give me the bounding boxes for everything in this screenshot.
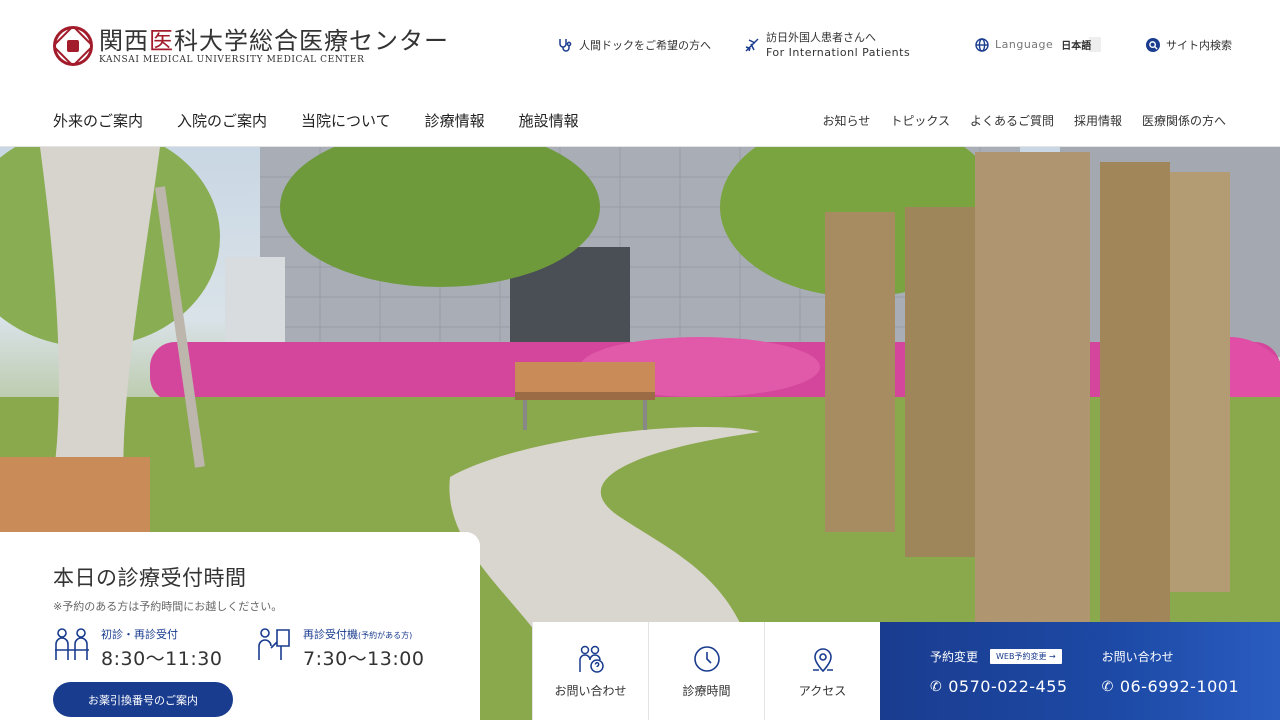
hours-note: ※予約のある方は予約時間にお越しください。 xyxy=(53,600,283,613)
map-pin-icon xyxy=(808,644,838,674)
snav-news[interactable]: お知らせ xyxy=(823,112,871,129)
web-appointment-change-button[interactable]: WEB予約変更 → xyxy=(990,649,1062,664)
quick-access[interactable]: アクセス xyxy=(764,622,880,720)
gnav-facilities[interactable]: 施設情報 xyxy=(519,110,579,131)
prescription-number-button[interactable]: お薬引換番号のご案内 xyxy=(53,682,233,717)
site-header: 関西医科大学総合医療センター KANSAI MEDICAL UNIVERSITY… xyxy=(0,0,1280,147)
clock-icon xyxy=(692,644,722,674)
phone-icon: ✆ xyxy=(1101,678,1114,695)
snav-faq[interactable]: よくあるご質問 xyxy=(970,112,1054,129)
globe-icon xyxy=(975,37,989,52)
stethoscope-icon xyxy=(557,37,573,53)
appointment-change-block: 予約変更 WEB予約変更 → ✆ 0570-022-455 xyxy=(930,649,1068,696)
appointment-change-tel[interactable]: ✆ 0570-022-455 xyxy=(930,677,1068,696)
quick-links: お問い合わせ 診療時間 アクセス xyxy=(532,622,880,720)
slot-first-visit: 初診・再診受付 8:30〜11:30 xyxy=(53,626,255,671)
quick-inquiry[interactable]: お問い合わせ xyxy=(532,622,648,720)
logo-japanese: 関西医科大学総合医療センター xyxy=(99,27,449,55)
international-patients-link[interactable]: 訪日外国人患者さんへ For Internationl Patients xyxy=(744,30,910,60)
snav-medical-professionals[interactable]: 医療関係の方へ xyxy=(1142,112,1226,129)
todays-hours-panel: 本日の診療受付時間 ※予約のある方は予約時間にお越しください。 初診・再診受付 … xyxy=(0,532,480,720)
quick-hours[interactable]: 診療時間 xyxy=(648,622,764,720)
kiosk-machine-icon xyxy=(255,626,295,662)
language-selector[interactable]: Language 日本語 xyxy=(975,37,1102,52)
health-checkup-link[interactable]: 人間ドックをご希望の方へ xyxy=(557,37,711,53)
snav-topics[interactable]: トピックス xyxy=(890,112,950,129)
airplane-icon xyxy=(744,37,760,53)
global-nav: 外来のご案内 入院のご案内 当院について 診療情報 施設情報 xyxy=(53,110,579,131)
sub-nav: お知らせ トピックス よくあるご質問 採用情報 医療関係の方へ xyxy=(823,112,1226,129)
logo-english: KANSAI MEDICAL UNIVERSITY MEDICAL CENTER xyxy=(99,55,365,65)
phone-icon: ✆ xyxy=(930,678,943,695)
gnav-inpatient[interactable]: 入院のご案内 xyxy=(177,110,267,131)
gnav-medical-info[interactable]: 診療情報 xyxy=(425,110,485,131)
slot-revisit-machine: 再診受付機(予約がある方) 7:30〜13:00 xyxy=(255,626,457,671)
gnav-outpatient[interactable]: 外来のご案内 xyxy=(53,110,143,131)
snav-recruit[interactable]: 採用情報 xyxy=(1074,112,1122,129)
site-search-link[interactable]: サイト内検索 xyxy=(1146,37,1232,53)
reception-desk-icon xyxy=(53,626,93,662)
contact-panel: 予約変更 WEB予約変更 → ✆ 0570-022-455 お問い合わせ ✆ 0… xyxy=(880,622,1280,720)
site-logo[interactable]: 関西医科大学総合医療センター KANSAI MEDICAL UNIVERSITY… xyxy=(53,26,449,66)
university-crest-icon xyxy=(53,26,93,66)
inquiry-block: お問い合わせ ✆ 06-6992-1001 xyxy=(1101,650,1240,696)
people-question-icon xyxy=(576,644,606,674)
inquiry-tel[interactable]: ✆ 06-6992-1001 xyxy=(1102,677,1240,696)
search-icon xyxy=(1146,38,1160,52)
language-value[interactable]: 日本語 xyxy=(1061,37,1102,52)
hours-title: 本日の診療受付時間 xyxy=(53,566,247,590)
gnav-about[interactable]: 当院について xyxy=(301,110,391,131)
